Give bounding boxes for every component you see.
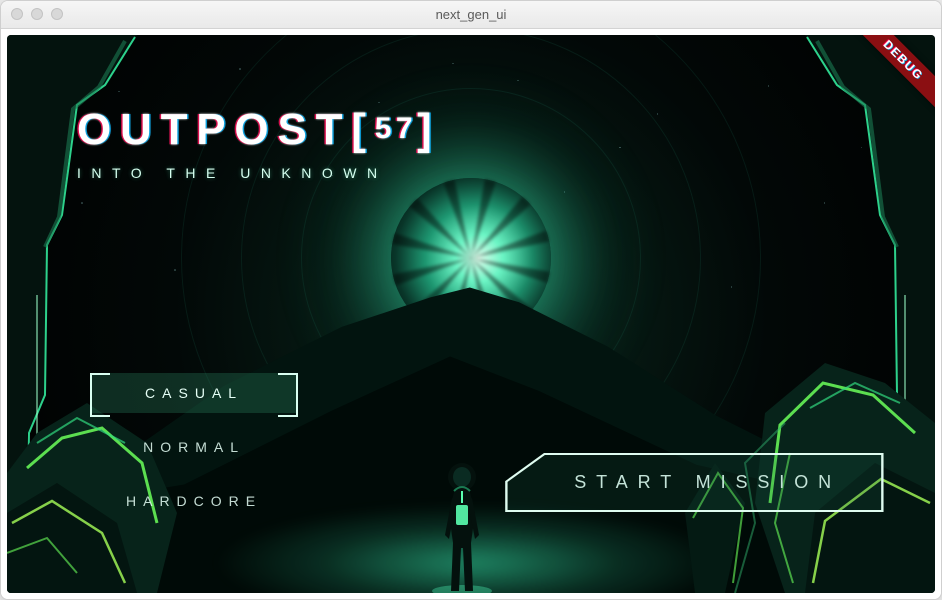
- minimize-icon[interactable]: [31, 8, 43, 20]
- window-title: next_gen_ui: [1, 7, 941, 22]
- bracket-close-icon: ]: [417, 105, 440, 154]
- game-subtitle: INTO THE UNKNOWN: [77, 165, 441, 181]
- difficulty-option-normal[interactable]: NORMAL: [92, 427, 296, 467]
- close-icon[interactable]: [11, 8, 23, 20]
- start-area: START MISSION: [504, 452, 885, 513]
- difficulty-label: NORMAL: [143, 439, 245, 455]
- debug-ribbon: DEBUG: [850, 35, 935, 114]
- title-number: 57: [375, 112, 417, 145]
- titlebar: next_gen_ui: [1, 1, 941, 29]
- game-title: OUTPOST[57]: [77, 105, 441, 155]
- game-title-block: OUTPOST[57] INTO THE UNKNOWN: [77, 105, 441, 181]
- bracket-open-icon: [: [351, 105, 374, 154]
- zoom-icon[interactable]: [51, 8, 63, 20]
- difficulty-menu: CASUAL NORMAL HARDCORE: [92, 373, 296, 521]
- app-window: next_gen_ui: [0, 0, 942, 600]
- difficulty-label: CASUAL: [145, 385, 243, 401]
- content-area: OUTPOST[57] INTO THE UNKNOWN CASUAL NORM…: [1, 29, 941, 599]
- game-viewport: OUTPOST[57] INTO THE UNKNOWN CASUAL NORM…: [7, 35, 935, 593]
- difficulty-label: HARDCORE: [126, 493, 262, 509]
- start-mission-button[interactable]: START MISSION: [504, 452, 885, 513]
- window-controls: [11, 8, 63, 20]
- difficulty-option-casual[interactable]: CASUAL: [92, 373, 296, 413]
- title-word: OUTPOST: [77, 105, 351, 154]
- start-button-frame-icon: [504, 452, 885, 513]
- difficulty-option-hardcore[interactable]: HARDCORE: [92, 481, 296, 521]
